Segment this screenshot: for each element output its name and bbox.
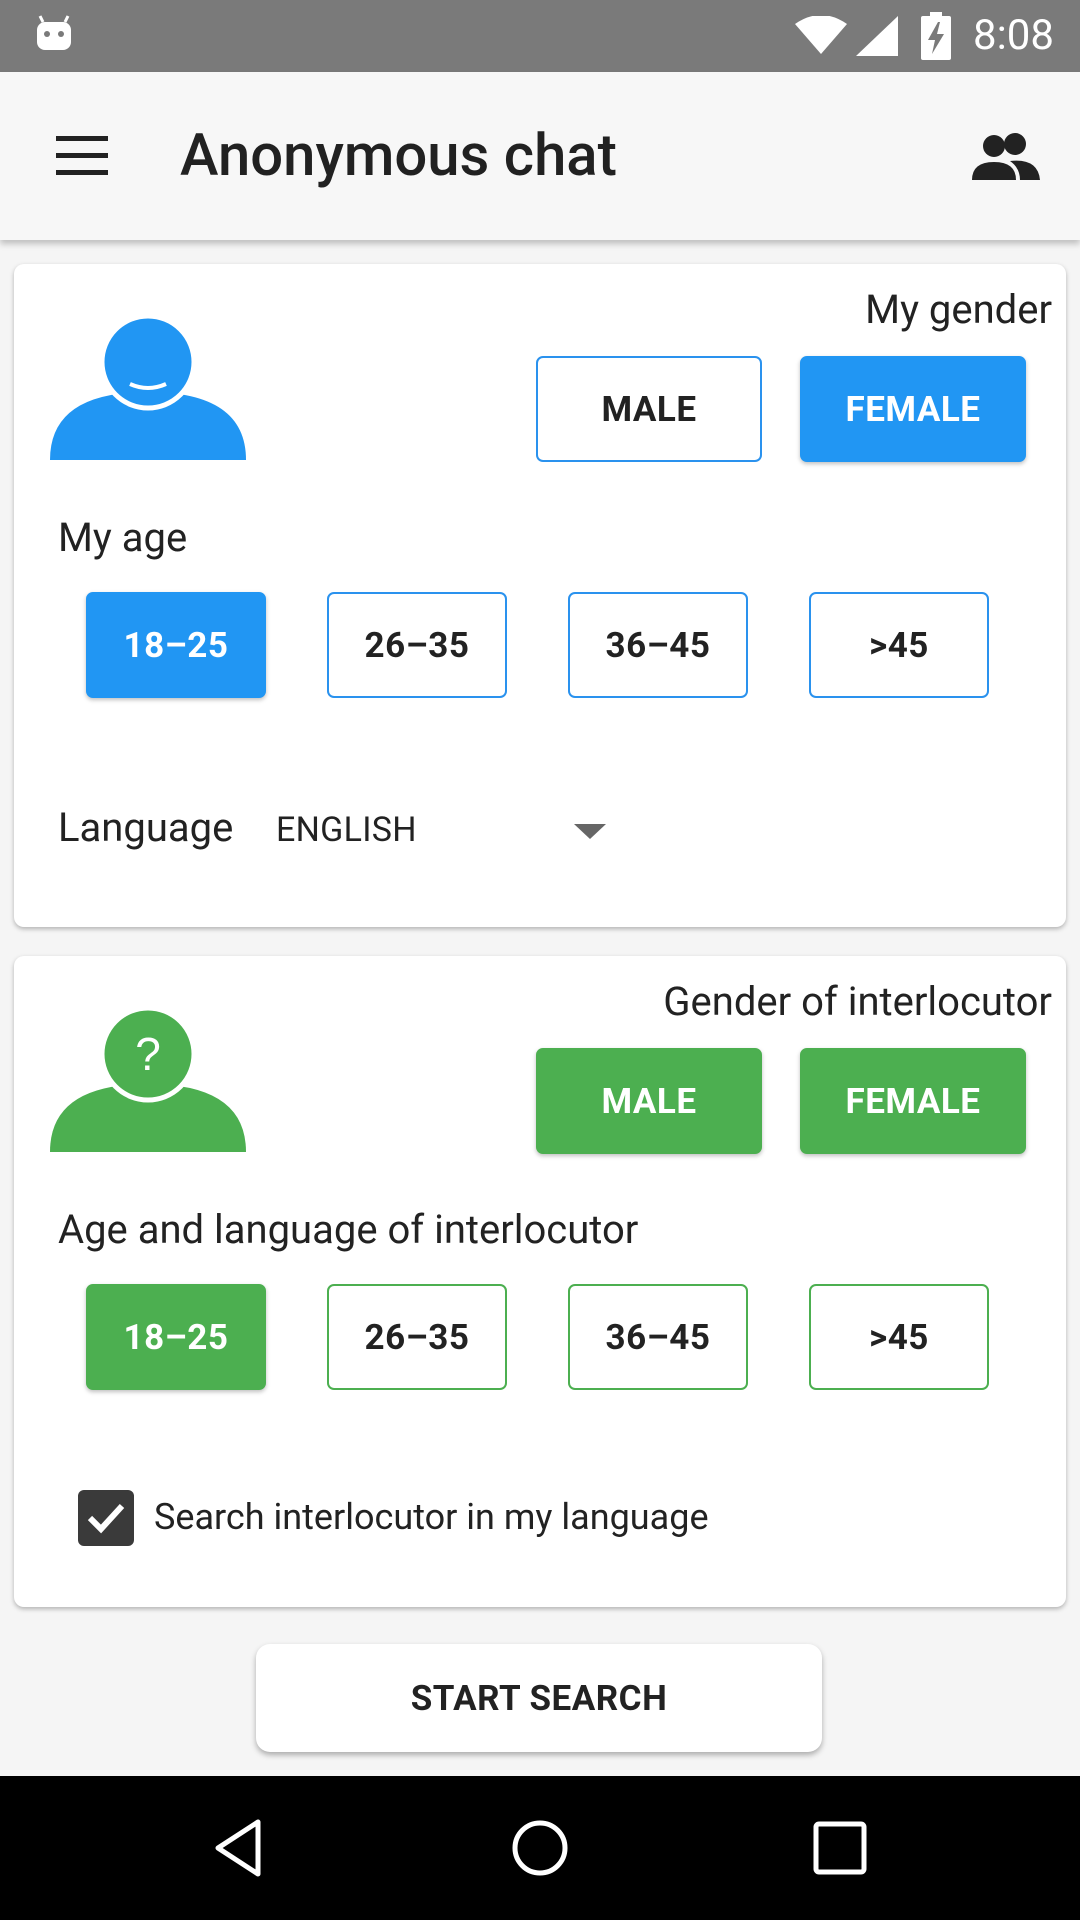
- same-language-checkbox[interactable]: [78, 1490, 134, 1546]
- interlocutor-age-label: Age and language of interlocutor: [58, 1206, 639, 1253]
- my-age-18-25-button[interactable]: 18–25: [86, 592, 266, 698]
- recent-apps-icon[interactable]: [808, 1816, 872, 1880]
- home-icon[interactable]: [508, 1816, 572, 1880]
- start-search-button[interactable]: START SEARCH: [256, 1644, 822, 1752]
- my-avatar-icon: [50, 313, 246, 460]
- my-age-36-45-button[interactable]: 36–45: [568, 592, 748, 698]
- hamburger-menu-icon[interactable]: [50, 132, 114, 180]
- interlocutor-avatar-icon: ?: [50, 1005, 246, 1152]
- dropdown-arrow-icon: [574, 824, 606, 839]
- interlocutor-age-26-35-button[interactable]: 26–35: [327, 1284, 507, 1390]
- checkmark-icon: [87, 1503, 125, 1534]
- my-gender-male-button[interactable]: MALE: [536, 356, 762, 462]
- my-age-26-35-button[interactable]: 26–35: [327, 592, 507, 698]
- people-icon[interactable]: [970, 130, 1042, 182]
- back-icon[interactable]: [210, 1816, 274, 1880]
- app-title: Anonymous chat: [180, 122, 617, 190]
- interlocutor-gender-male-button[interactable]: MALE: [536, 1048, 762, 1154]
- my-age-over-45-button[interactable]: >45: [809, 592, 989, 698]
- interlocutor-age-over-45-button[interactable]: >45: [809, 1284, 989, 1390]
- interlocutor-age-36-45-button[interactable]: 36–45: [568, 1284, 748, 1390]
- android-debug-icon: [37, 15, 71, 50]
- battery-charging-icon: [921, 12, 951, 60]
- navigation-bar: [0, 1776, 1080, 1920]
- interlocutor-gender-label: Gender of interlocutor: [663, 978, 1052, 1025]
- my-profile-card: My gender MALE FEMALE My age 18–25 26–35…: [14, 264, 1066, 927]
- question-mark-symbol: ?: [135, 1028, 161, 1080]
- wifi-icon: [795, 16, 847, 54]
- my-age-label: My age: [58, 514, 188, 561]
- app-bar: Anonymous chat: [0, 72, 1080, 240]
- interlocutor-card: ? Gender of interlocutor MALE FEMALE Age…: [14, 956, 1066, 1607]
- my-gender-female-button[interactable]: FEMALE: [800, 356, 1026, 462]
- my-gender-label: My gender: [865, 286, 1052, 333]
- signal-icon: [856, 16, 898, 56]
- language-dropdown[interactable]: ENGLISH: [272, 796, 612, 862]
- language-value: ENGLISH: [276, 810, 417, 850]
- interlocutor-age-18-25-button[interactable]: 18–25: [86, 1284, 266, 1390]
- status-bar: 8:08: [0, 0, 1080, 72]
- status-time: 8:08: [973, 11, 1054, 60]
- language-label: Language: [58, 804, 234, 851]
- interlocutor-gender-female-button[interactable]: FEMALE: [800, 1048, 1026, 1154]
- same-language-label: Search interlocutor in my language: [154, 1496, 709, 1538]
